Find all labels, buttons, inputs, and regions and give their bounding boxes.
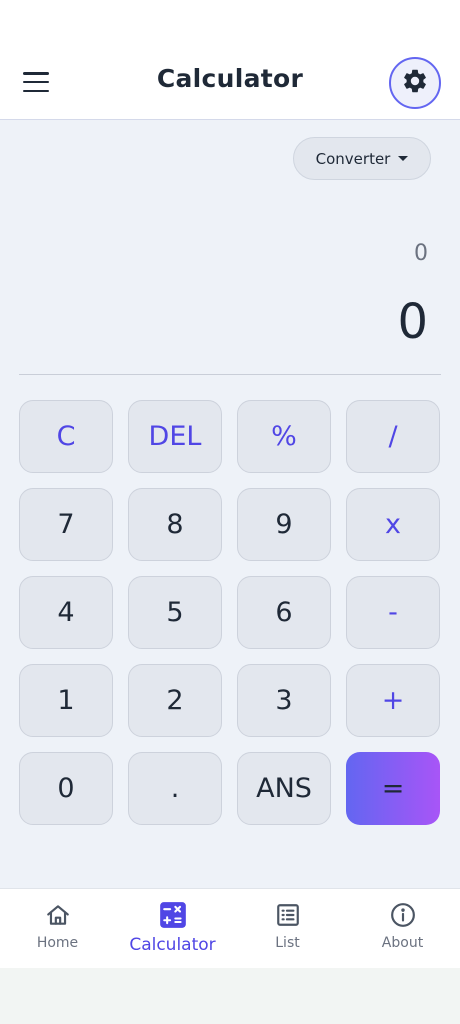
nav-label-home: Home [36, 935, 79, 951]
nav-item-home[interactable]: Home [0, 889, 115, 968]
digit-6-key[interactable]: 6 [237, 576, 331, 649]
display-divider [19, 374, 441, 375]
subtract-key[interactable]: - [346, 576, 440, 649]
nav-label-calculator: Calculator [129, 935, 216, 955]
settings-button[interactable] [389, 57, 441, 109]
top-app-bar: Calculator [0, 0, 460, 120]
keypad: C DEL%/ 7 8 9 x 4 5 6- 1 2 3 +0. ANS = [19, 400, 440, 825]
divide-key[interactable]: / [346, 400, 440, 473]
nav-label-about: About [381, 935, 424, 951]
gear-icon [401, 67, 429, 99]
expression-display: 0 [414, 241, 428, 266]
converter-label: Converter [315, 149, 391, 168]
digit-7-key[interactable]: 7 [19, 488, 113, 561]
digit-4-key[interactable]: 4 [19, 576, 113, 649]
answer-key[interactable]: ANS [237, 752, 331, 825]
clear-key[interactable]: C [19, 400, 113, 473]
nav-item-about[interactable]: About [345, 889, 460, 968]
digit-2-key[interactable]: 2 [128, 664, 222, 737]
app-screen: Calculator Converter 0 0 C DEL%/ 7 8 9 x 4 5 6- 1… [0, 0, 460, 968]
digit-1-key[interactable]: 1 [19, 664, 113, 737]
add-key[interactable]: + [346, 664, 440, 737]
delete-key[interactable]: DEL [128, 400, 222, 473]
caret-down-icon [398, 156, 409, 161]
digit-5-key[interactable]: 5 [128, 576, 222, 649]
nav-item-calculator[interactable]: Calculator [115, 889, 230, 968]
result-display: 0 [397, 294, 428, 350]
converter-dropdown[interactable]: Converter [293, 137, 431, 180]
bottom-navigation: Home Calculator List About [0, 888, 460, 968]
equals-key[interactable]: = [346, 752, 440, 825]
digit-9-key[interactable]: 9 [237, 488, 331, 561]
nav-item-list[interactable]: List [230, 889, 345, 968]
multiply-key[interactable]: x [346, 488, 440, 561]
digit-0-key[interactable]: 0 [19, 752, 113, 825]
list-icon [274, 901, 302, 929]
calculator-icon [159, 901, 187, 929]
percent-key[interactable]: % [237, 400, 331, 473]
digit-3-key[interactable]: 3 [237, 664, 331, 737]
home-icon [44, 901, 72, 929]
digit-8-key[interactable]: 8 [128, 488, 222, 561]
decimal-key[interactable]: . [128, 752, 222, 825]
info-icon [389, 901, 417, 929]
nav-label-list: List [275, 935, 300, 951]
